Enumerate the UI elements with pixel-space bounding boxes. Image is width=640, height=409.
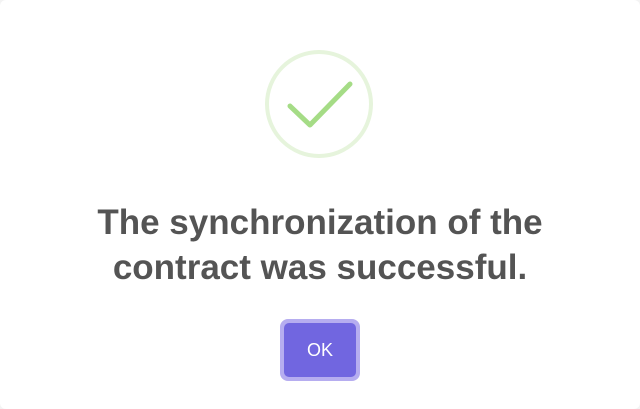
success-check-icon — [264, 49, 374, 159]
dialog-title-line-2: contract was successful. — [112, 248, 528, 287]
check-mark — [287, 81, 353, 128]
success-dialog: The synchronization of the contract was … — [0, 0, 640, 409]
dialog-title: The synchronization of the contract was … — [0, 200, 640, 290]
success-icon-ring — [265, 50, 373, 158]
dialog-title-line-1: The synchronization of the — [97, 203, 543, 242]
ok-button-focus-ring: OK — [280, 319, 360, 381]
ok-button[interactable]: OK — [284, 323, 356, 377]
